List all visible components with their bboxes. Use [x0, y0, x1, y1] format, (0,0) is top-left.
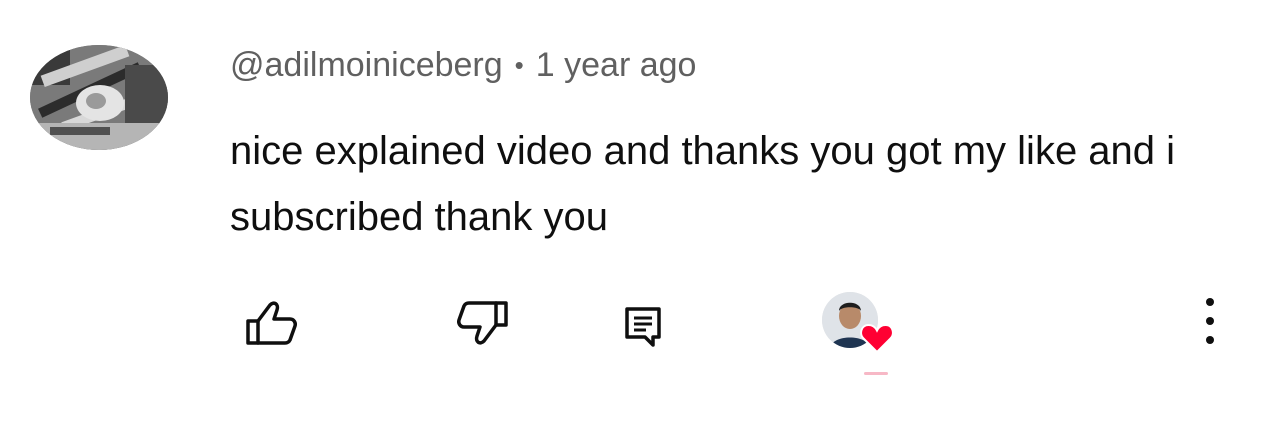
thumbs-down-icon	[457, 301, 508, 345]
comment-header: @adilmoiniceberg • 1 year ago	[230, 40, 696, 90]
heart-underline	[864, 372, 888, 375]
author-avatar-image	[30, 45, 168, 150]
more-dot	[1206, 336, 1214, 344]
comment-timestamp[interactable]: 1 year ago	[536, 46, 697, 85]
heart-icon	[860, 323, 894, 354]
separator-dot: •	[514, 50, 524, 80]
more-vertical-icon	[1206, 298, 1214, 306]
comment-icon	[625, 307, 661, 347]
author-avatar[interactable]	[30, 45, 168, 150]
like-button[interactable]	[240, 296, 302, 350]
comment-text: nice explained video and thanks you got …	[230, 129, 1176, 239]
creator-heart-badge[interactable]	[822, 292, 896, 378]
dislike-button[interactable]	[452, 296, 514, 350]
reply-button[interactable]	[618, 302, 668, 352]
thumbs-up-icon	[246, 301, 297, 345]
author-name[interactable]: @adilmoiniceberg	[230, 46, 503, 85]
more-actions-button[interactable]	[1190, 292, 1230, 350]
comment-thread: @adilmoiniceberg • 1 year ago nice expla…	[0, 0, 1280, 445]
more-dot	[1206, 317, 1214, 325]
